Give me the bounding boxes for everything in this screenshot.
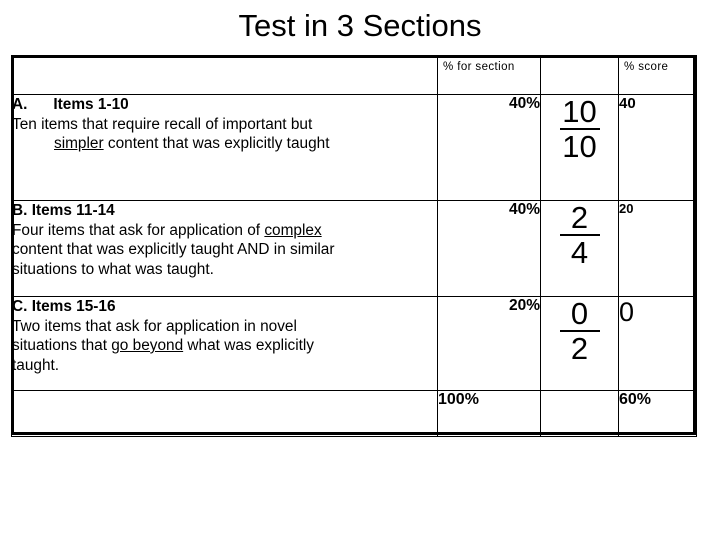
table-row: A. Items 1-10 Ten items that require reca… — [11, 94, 697, 201]
section-c-fraction-denominator: 2 — [570, 331, 589, 366]
section-a-line-2-rest: content that was explicitly taught — [103, 135, 330, 152]
section-a-heading: A. Items 1-10 — [12, 95, 437, 115]
section-b-line-2: content that was explicitly taught AND i… — [12, 241, 335, 258]
section-b-percent-for-section: 40% — [437, 200, 541, 297]
total-fraction-empty — [540, 390, 619, 437]
page-title: Test in 3 Sections — [238, 8, 482, 43]
table-header-row: % for section % score — [11, 55, 697, 95]
section-b-description: B. Items 11-14 Four items that ask for a… — [11, 200, 438, 297]
table-total-row: 100% 60% — [11, 390, 697, 437]
total-percent-for-section: 100% — [437, 390, 541, 437]
section-a-description: A. Items 1-10 Ten items that require reca… — [11, 94, 438, 201]
section-c-title: Items 15-16 — [31, 298, 116, 315]
section-c-fraction: 0 2 — [540, 296, 619, 391]
total-cell-empty — [11, 390, 438, 437]
section-c-label: C. — [12, 298, 28, 315]
slide-canvas: Test in 3 Sections % for section % score… — [0, 0, 720, 540]
section-c-line-2-pre: situations that — [12, 337, 112, 354]
header-description-label — [12, 56, 437, 61]
section-c-line-1: Two items that ask for application in no… — [12, 317, 297, 335]
section-c-percent-for-section: 20% — [437, 296, 541, 391]
section-c-line-2: situations that go beyond what was expli… — [12, 336, 437, 356]
section-a-percent-for-section: 40% — [437, 94, 541, 201]
section-c-fraction-numerator: 0 — [559, 297, 600, 332]
section-c-heading: C. Items 15-16 — [12, 297, 437, 317]
section-a-score: 40 — [618, 94, 697, 201]
header-cell-percent-for-section: % for section — [437, 55, 541, 95]
table-row: B. Items 11-14 Four items that ask for a… — [11, 200, 697, 297]
total-percent-score: 60% — [618, 390, 697, 437]
header-percent-score-label: % score — [624, 61, 669, 73]
section-a-line-1: Ten items that require recall of importa… — [12, 115, 313, 133]
section-b-heading: B. Items 11-14 — [12, 201, 437, 221]
header-cell-fraction — [540, 55, 619, 95]
section-b-label: B. — [12, 202, 28, 219]
section-b-line-1-pre: Four items that ask for application of — [12, 221, 265, 239]
section-c-description: C. Items 15-16 Two items that ask for ap… — [11, 296, 438, 391]
section-b-line-1: Four items that ask for application of c… — [12, 221, 437, 241]
header-cell-percent-score: % score — [618, 55, 697, 95]
header-cell-description — [11, 55, 438, 95]
section-b-score: 20 — [618, 200, 697, 297]
section-a-emphasis-simpler: simpler — [54, 135, 104, 152]
section-a-label: A. — [12, 96, 28, 113]
test-sections-table: % for section % score A. Items 1-10 Ten i… — [11, 55, 697, 437]
section-b-fraction: 2 4 — [540, 200, 619, 297]
section-c-score: 0 — [618, 296, 697, 391]
section-b-emphasis-complex: complex — [264, 221, 322, 239]
section-c-line-3: taught. — [12, 356, 60, 374]
section-c-line-2-rest: what was explicitly — [183, 337, 315, 354]
section-a-fraction: 10 10 — [540, 94, 619, 201]
section-b-line-3: situations to what was taught. — [12, 260, 214, 278]
section-a-fraction-numerator: 10 — [559, 95, 600, 130]
section-b-title: Items 11-14 — [31, 202, 115, 219]
section-a-fraction-denominator: 10 — [562, 129, 597, 164]
section-a-title: Items 1-10 — [53, 96, 129, 113]
section-b-fraction-numerator: 2 — [559, 201, 600, 236]
section-b-fraction-denominator: 4 — [570, 235, 589, 270]
header-fraction-label — [541, 56, 618, 61]
table-row: C. Items 15-16 Two items that ask for ap… — [11, 296, 697, 391]
header-percent-for-section-label: % for section — [443, 61, 515, 73]
section-a-line-2: simpler content that was explicitly taug… — [12, 134, 437, 154]
section-c-emphasis-go-beyond: go beyond — [111, 337, 184, 354]
